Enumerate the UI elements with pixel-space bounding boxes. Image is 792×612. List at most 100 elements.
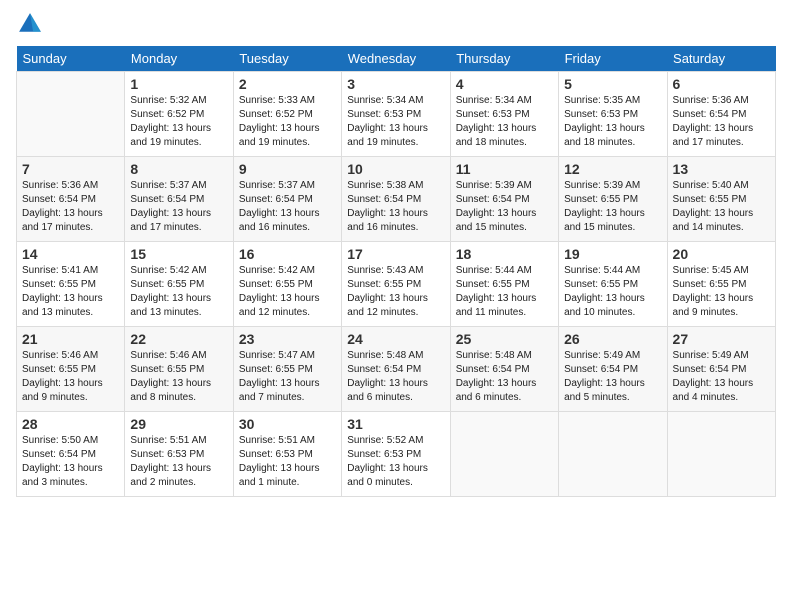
day-info: Sunrise: 5:52 AMSunset: 6:53 PMDaylight:… xyxy=(347,435,428,488)
calendar-cell: 2 Sunrise: 5:33 AMSunset: 6:52 PMDayligh… xyxy=(233,72,341,157)
day-number: 22 xyxy=(130,331,227,347)
day-header-tuesday: Tuesday xyxy=(233,46,341,72)
calendar-cell: 19 Sunrise: 5:44 AMSunset: 6:55 PMDaylig… xyxy=(559,242,667,327)
day-header-monday: Monday xyxy=(125,46,233,72)
calendar-cell: 4 Sunrise: 5:34 AMSunset: 6:53 PMDayligh… xyxy=(450,72,558,157)
day-number: 27 xyxy=(673,331,770,347)
calendar-cell: 30 Sunrise: 5:51 AMSunset: 6:53 PMDaylig… xyxy=(233,412,341,497)
calendar-table: SundayMondayTuesdayWednesdayThursdayFrid… xyxy=(16,46,776,497)
day-info: Sunrise: 5:34 AMSunset: 6:53 PMDaylight:… xyxy=(456,95,537,148)
day-info: Sunrise: 5:41 AMSunset: 6:55 PMDaylight:… xyxy=(22,265,103,318)
day-number: 24 xyxy=(347,331,444,347)
calendar-cell: 23 Sunrise: 5:47 AMSunset: 6:55 PMDaylig… xyxy=(233,327,341,412)
logo xyxy=(16,10,48,38)
day-number: 15 xyxy=(130,246,227,262)
calendar-cell: 22 Sunrise: 5:46 AMSunset: 6:55 PMDaylig… xyxy=(125,327,233,412)
day-info: Sunrise: 5:45 AMSunset: 6:55 PMDaylight:… xyxy=(673,265,754,318)
day-number: 21 xyxy=(22,331,119,347)
calendar-week-2: 14 Sunrise: 5:41 AMSunset: 6:55 PMDaylig… xyxy=(17,242,776,327)
calendar-cell: 1 Sunrise: 5:32 AMSunset: 6:52 PMDayligh… xyxy=(125,72,233,157)
calendar-cell: 13 Sunrise: 5:40 AMSunset: 6:55 PMDaylig… xyxy=(667,157,775,242)
day-number: 10 xyxy=(347,161,444,177)
day-number: 20 xyxy=(673,246,770,262)
day-header-sunday: Sunday xyxy=(17,46,125,72)
day-info: Sunrise: 5:39 AMSunset: 6:54 PMDaylight:… xyxy=(456,180,537,233)
calendar-cell: 25 Sunrise: 5:48 AMSunset: 6:54 PMDaylig… xyxy=(450,327,558,412)
day-header-wednesday: Wednesday xyxy=(342,46,450,72)
day-number: 26 xyxy=(564,331,661,347)
day-info: Sunrise: 5:42 AMSunset: 6:55 PMDaylight:… xyxy=(239,265,320,318)
day-number: 7 xyxy=(22,161,119,177)
page-container: SundayMondayTuesdayWednesdayThursdayFrid… xyxy=(0,0,792,507)
calendar-cell: 24 Sunrise: 5:48 AMSunset: 6:54 PMDaylig… xyxy=(342,327,450,412)
day-number: 18 xyxy=(456,246,553,262)
day-header-thursday: Thursday xyxy=(450,46,558,72)
day-info: Sunrise: 5:32 AMSunset: 6:52 PMDaylight:… xyxy=(130,95,211,148)
calendar-cell: 12 Sunrise: 5:39 AMSunset: 6:55 PMDaylig… xyxy=(559,157,667,242)
day-number: 9 xyxy=(239,161,336,177)
day-info: Sunrise: 5:50 AMSunset: 6:54 PMDaylight:… xyxy=(22,435,103,488)
calendar-week-3: 21 Sunrise: 5:46 AMSunset: 6:55 PMDaylig… xyxy=(17,327,776,412)
calendar-cell xyxy=(450,412,558,497)
calendar-cell: 10 Sunrise: 5:38 AMSunset: 6:54 PMDaylig… xyxy=(342,157,450,242)
day-info: Sunrise: 5:38 AMSunset: 6:54 PMDaylight:… xyxy=(347,180,428,233)
day-info: Sunrise: 5:43 AMSunset: 6:55 PMDaylight:… xyxy=(347,265,428,318)
calendar-cell: 31 Sunrise: 5:52 AMSunset: 6:53 PMDaylig… xyxy=(342,412,450,497)
day-number: 25 xyxy=(456,331,553,347)
calendar-cell: 14 Sunrise: 5:41 AMSunset: 6:55 PMDaylig… xyxy=(17,242,125,327)
day-info: Sunrise: 5:40 AMSunset: 6:55 PMDaylight:… xyxy=(673,180,754,233)
day-number: 14 xyxy=(22,246,119,262)
day-number: 30 xyxy=(239,416,336,432)
calendar-cell: 20 Sunrise: 5:45 AMSunset: 6:55 PMDaylig… xyxy=(667,242,775,327)
day-info: Sunrise: 5:46 AMSunset: 6:55 PMDaylight:… xyxy=(22,350,103,403)
day-number: 19 xyxy=(564,246,661,262)
day-info: Sunrise: 5:42 AMSunset: 6:55 PMDaylight:… xyxy=(130,265,211,318)
calendar-cell: 3 Sunrise: 5:34 AMSunset: 6:53 PMDayligh… xyxy=(342,72,450,157)
calendar-cell: 29 Sunrise: 5:51 AMSunset: 6:53 PMDaylig… xyxy=(125,412,233,497)
day-number: 3 xyxy=(347,76,444,92)
day-info: Sunrise: 5:44 AMSunset: 6:55 PMDaylight:… xyxy=(564,265,645,318)
calendar-cell: 27 Sunrise: 5:49 AMSunset: 6:54 PMDaylig… xyxy=(667,327,775,412)
day-number: 31 xyxy=(347,416,444,432)
day-header-friday: Friday xyxy=(559,46,667,72)
calendar-cell: 9 Sunrise: 5:37 AMSunset: 6:54 PMDayligh… xyxy=(233,157,341,242)
day-info: Sunrise: 5:51 AMSunset: 6:53 PMDaylight:… xyxy=(130,435,211,488)
day-info: Sunrise: 5:37 AMSunset: 6:54 PMDaylight:… xyxy=(239,180,320,233)
calendar-cell xyxy=(559,412,667,497)
calendar-cell: 28 Sunrise: 5:50 AMSunset: 6:54 PMDaylig… xyxy=(17,412,125,497)
day-number: 16 xyxy=(239,246,336,262)
calendar-week-4: 28 Sunrise: 5:50 AMSunset: 6:54 PMDaylig… xyxy=(17,412,776,497)
calendar-cell: 8 Sunrise: 5:37 AMSunset: 6:54 PMDayligh… xyxy=(125,157,233,242)
day-info: Sunrise: 5:47 AMSunset: 6:55 PMDaylight:… xyxy=(239,350,320,403)
day-number: 8 xyxy=(130,161,227,177)
day-info: Sunrise: 5:34 AMSunset: 6:53 PMDaylight:… xyxy=(347,95,428,148)
calendar-cell xyxy=(17,72,125,157)
day-info: Sunrise: 5:49 AMSunset: 6:54 PMDaylight:… xyxy=(673,350,754,403)
calendar-cell: 5 Sunrise: 5:35 AMSunset: 6:53 PMDayligh… xyxy=(559,72,667,157)
day-number: 6 xyxy=(673,76,770,92)
calendar-cell: 15 Sunrise: 5:42 AMSunset: 6:55 PMDaylig… xyxy=(125,242,233,327)
calendar-cell: 21 Sunrise: 5:46 AMSunset: 6:55 PMDaylig… xyxy=(17,327,125,412)
day-number: 12 xyxy=(564,161,661,177)
day-number: 4 xyxy=(456,76,553,92)
calendar-cell: 6 Sunrise: 5:36 AMSunset: 6:54 PMDayligh… xyxy=(667,72,775,157)
day-info: Sunrise: 5:36 AMSunset: 6:54 PMDaylight:… xyxy=(673,95,754,148)
calendar-cell: 16 Sunrise: 5:42 AMSunset: 6:55 PMDaylig… xyxy=(233,242,341,327)
day-info: Sunrise: 5:51 AMSunset: 6:53 PMDaylight:… xyxy=(239,435,320,488)
header-row: SundayMondayTuesdayWednesdayThursdayFrid… xyxy=(17,46,776,72)
day-number: 23 xyxy=(239,331,336,347)
day-number: 17 xyxy=(347,246,444,262)
calendar-cell: 7 Sunrise: 5:36 AMSunset: 6:54 PMDayligh… xyxy=(17,157,125,242)
calendar-cell: 11 Sunrise: 5:39 AMSunset: 6:54 PMDaylig… xyxy=(450,157,558,242)
day-info: Sunrise: 5:33 AMSunset: 6:52 PMDaylight:… xyxy=(239,95,320,148)
day-number: 29 xyxy=(130,416,227,432)
day-header-saturday: Saturday xyxy=(667,46,775,72)
day-number: 1 xyxy=(130,76,227,92)
day-info: Sunrise: 5:49 AMSunset: 6:54 PMDaylight:… xyxy=(564,350,645,403)
page-header xyxy=(16,10,776,38)
day-info: Sunrise: 5:39 AMSunset: 6:55 PMDaylight:… xyxy=(564,180,645,233)
calendar-cell xyxy=(667,412,775,497)
day-info: Sunrise: 5:37 AMSunset: 6:54 PMDaylight:… xyxy=(130,180,211,233)
logo-icon xyxy=(16,10,44,38)
calendar-cell: 26 Sunrise: 5:49 AMSunset: 6:54 PMDaylig… xyxy=(559,327,667,412)
